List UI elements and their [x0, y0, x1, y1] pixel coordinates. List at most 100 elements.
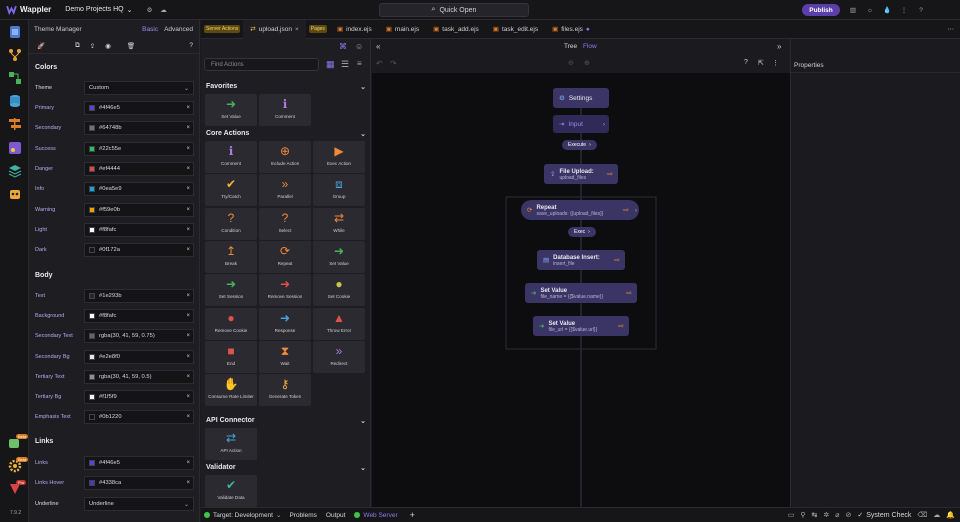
action-tile[interactable]: » Redirect: [313, 340, 365, 373]
cloud-icon[interactable]: ☁: [157, 3, 171, 17]
underline-select[interactable]: Underline ⌄: [84, 497, 194, 511]
tab-files-ejs[interactable]: ▣ files.ejs ●: [545, 20, 597, 39]
clear-icon[interactable]: ×: [186, 146, 190, 152]
group-core[interactable]: Core Actions ⌄: [206, 130, 366, 138]
project-selector[interactable]: Demo Projects HQ ⌄: [65, 6, 132, 14]
exec-pill[interactable]: Exec ›: [568, 227, 596, 237]
clear-icon[interactable]: ×: [186, 480, 190, 486]
color-swatch[interactable]: [89, 394, 95, 400]
action-tile[interactable]: ✔ Validate Data: [205, 475, 257, 507]
action-tile[interactable]: ➜ Response: [259, 307, 311, 340]
clear-icon[interactable]: ×: [186, 186, 190, 192]
target-selector[interactable]: Target: Development: [213, 512, 273, 519]
clear-icon[interactable]: ×: [186, 293, 190, 299]
clear-icon[interactable]: ×: [186, 460, 190, 466]
set-value-node[interactable]: ➜ Set Value file_url = {{$value.url}} ⇨: [533, 316, 629, 336]
action-tile[interactable]: ➜ Set Session: [205, 274, 257, 307]
system-check-button[interactable]: System Check: [866, 512, 911, 519]
crop-icon[interactable]: ⧉: [75, 42, 80, 50]
eye-icon[interactable]: ◉: [105, 42, 111, 50]
color-field[interactable]: #4338ca ×: [84, 476, 194, 491]
export-icon[interactable]: ⇱: [758, 59, 764, 67]
pages-icon[interactable]: [7, 24, 23, 40]
link-icon[interactable]: ⊖: [568, 59, 574, 67]
color-field[interactable]: #0b1220 ×: [84, 410, 194, 425]
color-swatch[interactable]: [89, 206, 95, 213]
color-swatch[interactable]: [89, 165, 95, 172]
unlink-icon[interactable]: ⊘: [846, 511, 852, 519]
eraser-icon[interactable]: ⌫: [917, 511, 927, 519]
color-swatch[interactable]: [89, 353, 95, 360]
action-tile[interactable]: ℹ Comment: [205, 141, 257, 173]
color-field[interactable]: #f59e0b ×: [84, 202, 194, 217]
mode-basic-toggle[interactable]: Basic: [142, 26, 158, 33]
grid-view-icon[interactable]: ▦: [326, 59, 335, 70]
color-field[interactable]: #f8fafc ×: [84, 309, 194, 324]
action-tile[interactable]: ➜ Set Value: [205, 94, 257, 126]
theme-manager-icon[interactable]: [7, 140, 23, 156]
settings-node[interactable]: ⚙ Settings: [553, 88, 609, 108]
action-tile[interactable]: ↥ Break: [205, 240, 257, 273]
more-vertical-icon[interactable]: ⋮: [772, 59, 779, 67]
find-actions-input[interactable]: Find Actions: [204, 58, 319, 71]
layout-icon[interactable]: ▥: [846, 3, 860, 17]
tab-main-ejs[interactable]: ▣ main.ejs: [379, 20, 426, 39]
color-field[interactable]: #4f46e5 ×: [84, 456, 194, 470]
layers-icon[interactable]: [7, 163, 23, 179]
collapse-left-icon[interactable]: «: [376, 42, 380, 51]
action-tile[interactable]: ▶ Exec Action: [313, 141, 365, 173]
extensions-icon[interactable]: ✲: [823, 511, 829, 519]
action-tile[interactable]: ⧗ Wait: [259, 340, 311, 373]
clear-icon[interactable]: ×: [186, 125, 190, 131]
color-swatch[interactable]: [89, 125, 95, 132]
group-validator[interactable]: Validator ⌄: [206, 464, 366, 472]
trash-icon[interactable]: 🗑: [127, 42, 135, 50]
action-tile[interactable]: ⧈ Group: [313, 174, 365, 207]
output-tab[interactable]: Output: [326, 512, 346, 519]
action-tile[interactable]: ⚷ Generate Token: [259, 374, 311, 407]
list-view-icon[interactable]: ☰: [341, 59, 349, 70]
color-swatch[interactable]: [89, 226, 95, 233]
clear-icon[interactable]: ×: [186, 105, 190, 111]
color-swatch[interactable]: [89, 186, 95, 193]
color-field[interactable]: #0ea5e9 ×: [84, 182, 194, 197]
color-field[interactable]: #4f46e5 ×: [84, 101, 194, 115]
bell-icon[interactable]: 🔔: [946, 511, 955, 519]
action-tile[interactable]: ✔ Try/Catch: [205, 174, 257, 207]
color-swatch[interactable]: [89, 293, 95, 299]
action-tile[interactable]: » Parallel: [259, 174, 311, 207]
file-upload-node[interactable]: ⇪ File Upload: upload_files ⇨: [544, 164, 618, 184]
action-tile[interactable]: ▲ Throw Error: [313, 307, 365, 340]
clear-icon[interactable]: ×: [186, 394, 190, 400]
color-field[interactable]: #f1f5f9 ×: [84, 390, 194, 404]
unlink-icon[interactable]: ⊕: [584, 59, 590, 67]
upload-icon[interactable]: ⇪: [90, 42, 95, 50]
menu-icon[interactable]: ≡: [357, 59, 362, 68]
color-field[interactable]: #22c55e ×: [84, 141, 194, 156]
clear-icon[interactable]: ×: [186, 166, 190, 172]
clear-icon[interactable]: ×: [186, 313, 190, 319]
robot-icon[interactable]: ☺: [355, 42, 363, 51]
rocket-icon[interactable]: 🚀: [37, 42, 45, 50]
color-field[interactable]: #e2e8f0 ×: [84, 349, 194, 364]
clear-icon[interactable]: ×: [186, 333, 190, 339]
format-icon[interactable]: ⌀: [835, 511, 839, 519]
gear-icon[interactable]: ⚙: [143, 3, 157, 17]
routing-icon[interactable]: [7, 116, 23, 132]
sitemap-icon[interactable]: ⌘: [339, 42, 347, 51]
action-tile[interactable]: ⇄ While: [313, 207, 365, 240]
web-server-tab[interactable]: Web Server: [363, 512, 397, 519]
tab-index-ejs[interactable]: ▣ index.ejs: [330, 20, 379, 39]
color-field[interactable]: #ef4444 ×: [84, 161, 194, 176]
tab-upload-json[interactable]: ⇄ upload.json ×: [243, 19, 306, 39]
color-field[interactable]: rgba(30, 41, 59, 0.75) ×: [84, 329, 194, 344]
quick-open-button[interactable]: ⌕ Quick Open: [379, 3, 529, 17]
help-icon[interactable]: ?: [189, 42, 193, 49]
color-field[interactable]: #64748b ×: [84, 121, 194, 136]
execute-pill[interactable]: Execute ›: [562, 140, 597, 150]
redo-icon[interactable]: ↷: [390, 59, 397, 68]
action-tile[interactable]: ⇄ API Action: [205, 428, 257, 460]
color-field[interactable]: rgba(30, 41, 59, 0.5) ×: [84, 369, 194, 384]
git-icon[interactable]: [7, 47, 23, 63]
more-horizontal-icon[interactable]: ⋯: [948, 25, 955, 33]
